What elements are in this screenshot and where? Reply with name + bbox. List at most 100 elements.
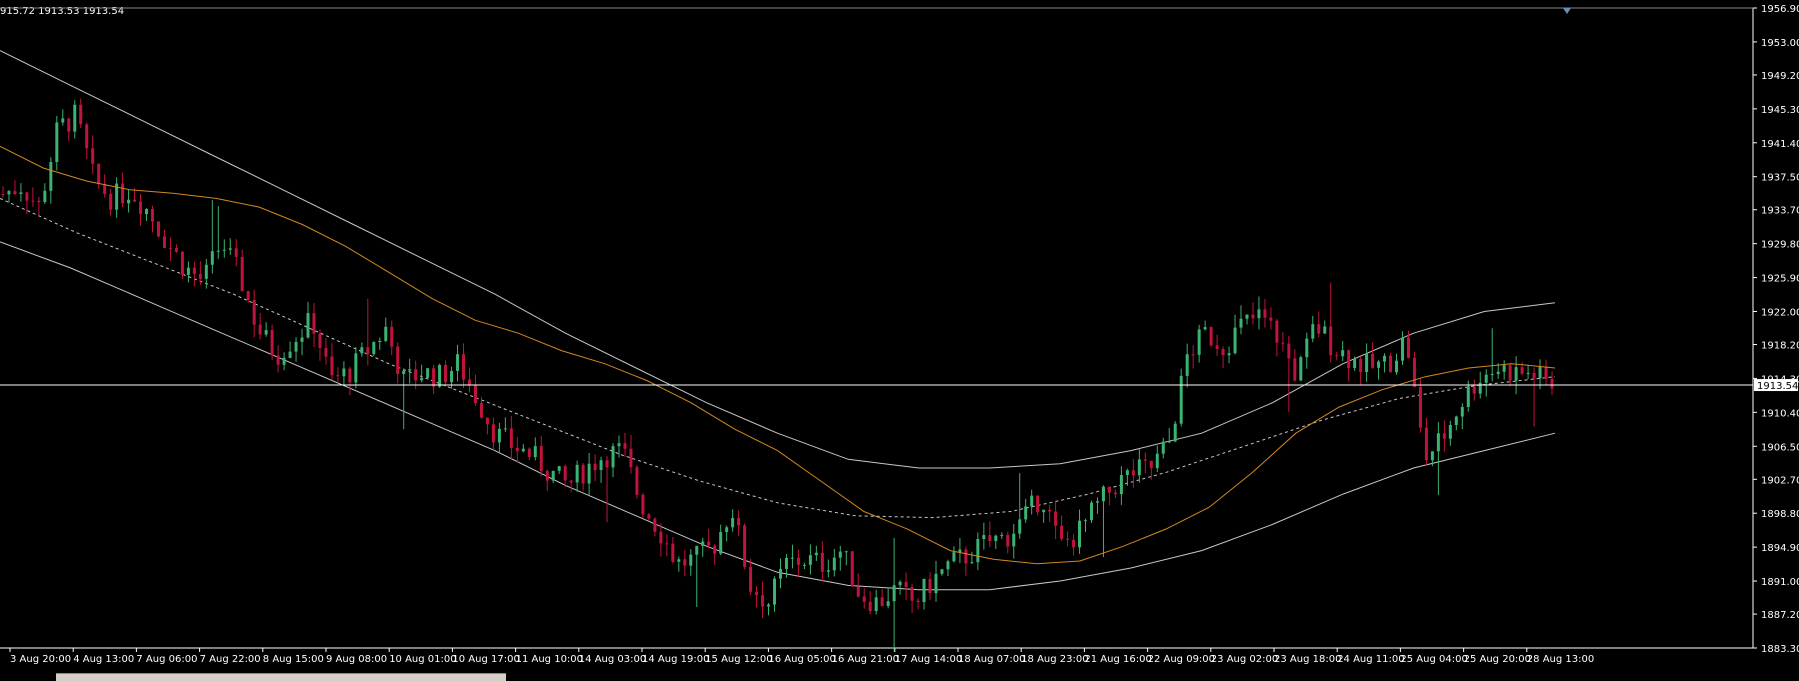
candle-body [1532,372,1536,379]
candle-body [408,369,412,371]
candle-body [946,561,950,570]
candle-body [725,527,729,533]
candle-body [1281,342,1285,344]
candle-body [1269,317,1273,321]
y-tick-label: 1891.00 [1761,577,1799,588]
candle-body [13,191,17,195]
candle-body [1161,441,1165,454]
candle-body [1119,474,1123,495]
candle-body [192,267,196,274]
candle-body [1520,367,1524,374]
candle-body [1275,320,1279,343]
candle-body [246,291,250,301]
chart-shift-marker-icon [1563,8,1571,14]
x-tick-label: 24 Aug 11:00 [1337,654,1404,665]
candle-body [210,251,214,265]
candle-body [402,370,406,375]
y-tick-label: 1887.20 [1761,610,1799,621]
candle-body [1078,520,1082,548]
candle-body [1233,327,1237,354]
candle-body [1012,533,1016,547]
y-tick-label: 1949.20 [1761,71,1799,82]
candle-body [156,221,160,237]
x-tick-label: 3 Aug 20:00 [10,654,71,665]
candle-body [856,586,860,597]
candle-body [719,532,723,554]
candle-body [928,578,932,594]
candle-body [862,596,866,602]
candle-body [527,448,531,458]
candle-body [952,552,956,562]
candle-body [1149,460,1153,469]
candle-body [37,200,41,202]
candle-body [204,264,208,279]
price-chart[interactable]: 1956.90 1953.00 1949.20 1945.30 1941.40 1937.… [0,0,1799,680]
candle-body [1203,327,1207,330]
candle-body [1287,343,1291,359]
candle-body [1095,501,1099,503]
candle-body [450,370,454,383]
candle-body [814,552,818,556]
candle-body [1406,337,1410,358]
candle-body [91,148,95,164]
candle-body [820,552,824,572]
x-tick-label: 7 Aug 22:00 [200,654,261,665]
candle-body [563,466,567,481]
candle-body [180,251,184,275]
candle-body [1143,459,1147,461]
candle-body [767,604,771,607]
current-price-label: 1913.54 [1757,381,1798,392]
candle-body [73,104,77,132]
candle-body [133,199,137,202]
candle-body [509,428,513,448]
candle-body [1060,525,1064,539]
candle-body [19,192,23,195]
candle-body [808,555,812,565]
candle-body [653,518,657,532]
candle-body [1239,318,1243,328]
candle-body [521,448,525,452]
candle-body [348,368,352,383]
candle-body [1197,329,1201,355]
candle-body [1496,371,1500,374]
candle-body [826,570,830,572]
candle-body [988,535,992,542]
candle-body [109,193,113,210]
candle-body [581,464,585,484]
candle-body [1209,327,1213,346]
candle-body [874,597,878,612]
candle-body [659,531,663,544]
candle-body [1490,373,1494,375]
candle-body [336,375,340,377]
candle-body [473,385,477,404]
x-tick-label: 21 Aug 16:00 [1084,654,1151,665]
candle-body [707,541,711,546]
candle-body [1042,509,1046,513]
y-tick-label: 1898.80 [1761,509,1799,520]
candle-body [330,356,334,376]
candle-body [1454,416,1458,426]
candle-body [258,324,262,335]
x-tick-label: 18 Aug 23:00 [1021,654,1088,665]
candle-body [994,535,998,542]
candle-body [1054,511,1058,526]
candle-body [1317,324,1321,334]
candle-body [1221,349,1225,356]
candle-body [1359,358,1363,373]
candle-body [240,256,244,292]
x-tick-label: 25 Aug 04:00 [1400,654,1467,665]
candle-body [838,551,842,558]
y-tick-label: 1933.70 [1761,206,1799,217]
y-tick-label: 1902.70 [1761,475,1799,486]
x-tick-label: 16 Aug 05:00 [768,654,835,665]
candle-body [575,464,579,483]
candle-body [306,313,310,338]
candle-body [880,597,884,606]
candle-body [1418,387,1422,428]
candle-body [497,428,501,443]
candle-body [641,494,645,515]
candle-body [910,586,914,601]
candle-body [1335,355,1339,357]
candle-body [922,578,926,603]
candle-body [366,347,370,355]
